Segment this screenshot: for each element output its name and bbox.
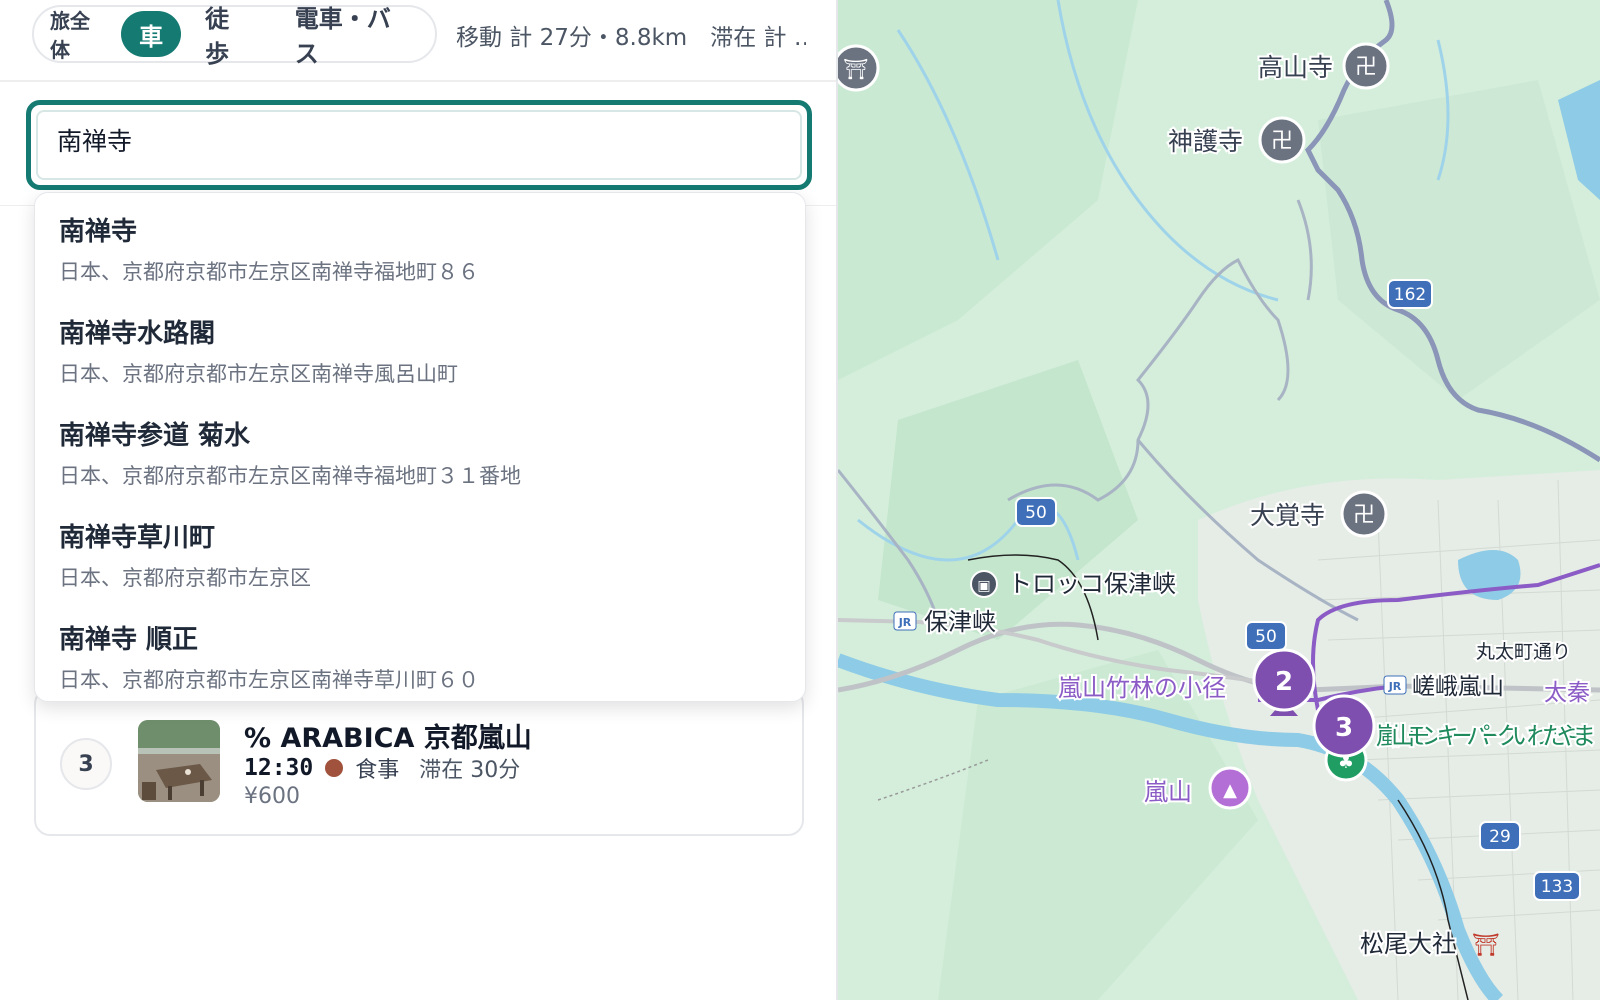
jr-station-icon[interactable]: JR — [893, 611, 917, 631]
train-station-icon[interactable]: ▣ — [970, 570, 998, 598]
itinerary-pin[interactable]: 3 — [1312, 694, 1376, 758]
suggestion-title: 南禅寺 順正 — [59, 625, 199, 655]
stop-details-row: 12:30 食事 滞在 30分 — [244, 752, 520, 784]
map-label-saga-arashiyama: 嵯峨嵐山 — [1412, 674, 1504, 700]
svg-text:卍: 卍 — [1353, 503, 1375, 528]
svg-text:JR: JR — [898, 616, 912, 629]
suggestion-item[interactable]: 南禅寺草川町 日本、京都府京都市左京区 — [59, 517, 779, 592]
svg-text:▲: ▲ — [1223, 780, 1237, 801]
map-label-monkey-park: 嵐山モンキーパークいわたやま — [1376, 722, 1596, 750]
place-search-box[interactable] — [26, 100, 812, 190]
suggestion-title: 南禅寺水路閣 — [59, 319, 216, 349]
map-label-daikakuji: 大覚寺 — [1250, 501, 1325, 530]
road-shield: 29 — [1479, 821, 1521, 851]
svg-text:卍: 卍 — [1271, 129, 1293, 154]
mode-scope-label: 旅全体 — [50, 9, 90, 62]
map-label-matsuo: 松尾大社 — [1360, 930, 1456, 958]
suggestion-item[interactable]: 南禅寺水路閣 日本、京都府京都市左京区南禅寺風呂山町 — [59, 313, 779, 388]
temple-icon[interactable]: 卍 — [1258, 116, 1306, 164]
stop-price: ¥600 — [244, 784, 300, 809]
itinerary-pin-number: 2 — [1275, 667, 1293, 697]
stop-number-badge: 3 — [60, 738, 112, 790]
itinerary-pin-number: 3 — [1335, 713, 1353, 743]
suggestion-title: 南禅寺草川町 — [59, 523, 216, 553]
road-shield-label: 162 — [1394, 285, 1426, 305]
map-label-arashiyama: 嵐山 — [1144, 778, 1192, 806]
mountain-poi-icon[interactable]: ▲ — [1208, 766, 1252, 810]
map-label-jingoji: 神護寺 — [1168, 127, 1243, 156]
road-shield: 162 — [1387, 279, 1433, 309]
itinerary-stop-card[interactable]: 3 % ARABICA 京都嵐山 12:30 食事 滞在 30分 ¥600 — [34, 688, 804, 836]
suggestion-address: 日本、京都府京都市左京区南禅寺草川町６０ — [59, 668, 479, 692]
stop-time: 12:30 — [244, 755, 314, 781]
suggestion-address: 日本、京都府京都市左京区 — [59, 566, 311, 590]
map-canvas: 162 50 50 29 133 ⛩ 卍 高山寺 卍 神護寺 卍 大覚寺 ▣ ト… — [838, 0, 1600, 1000]
map-label-marutamachi: 丸太町通り — [1476, 641, 1571, 663]
svg-text:⛩: ⛩ — [843, 57, 868, 81]
map-label-kozanji: 高山寺 — [1258, 53, 1333, 82]
jr-station-icon[interactable]: JR — [1383, 675, 1407, 695]
road-shield: 50 — [1015, 497, 1057, 527]
suggestion-address: 日本、京都府京都市左京区南禅寺風呂山町 — [59, 362, 458, 386]
road-shield-label: 50 — [1255, 627, 1277, 647]
suggestion-item[interactable]: 南禅寺 順正 日本、京都府京都市左京区南禅寺草川町６０ — [59, 619, 779, 694]
shrine-icon[interactable]: ⛩ — [838, 44, 880, 92]
category-color-dot — [325, 759, 344, 777]
map-view[interactable]: 162 50 50 29 133 ⛩ 卍 高山寺 卍 神護寺 卍 大覚寺 ▣ ト… — [838, 0, 1600, 1000]
map-label-hozukyo: 保津峡 — [924, 608, 996, 636]
suggestion-item[interactable]: 南禅寺 日本、京都府京都市左京区南禅寺福地町８６ — [59, 211, 779, 286]
map-label-uzumasa: 太秦 — [1544, 680, 1590, 706]
place-search-input[interactable] — [57, 125, 757, 154]
road-shield-label: 29 — [1489, 827, 1511, 847]
map-label-torokko: トロッコ保津峡 — [1008, 570, 1176, 598]
suggestion-title: 南禅寺参道 菊水 — [59, 421, 251, 451]
road-shield: 133 — [1533, 871, 1581, 901]
mode-transit-button[interactable]: 電車・バス — [275, 5, 429, 68]
temple-icon[interactable]: 卍 — [1340, 490, 1388, 538]
transport-mode-selector: 旅全体 車 徒歩 電車・バス — [32, 5, 437, 68]
map-label-bamboo: 嵐山竹林の小径 — [1058, 674, 1226, 702]
suggestion-item[interactable]: 南禅寺参道 菊水 日本、京都府京都市左京区南禅寺福地町３１番地 — [59, 415, 779, 490]
road-shield-label: 133 — [1541, 877, 1573, 897]
search-suggestions-dropdown: 南禅寺 日本、京都府京都市左京区南禅寺福地町８６ 南禅寺水路閣 日本、京都府京都… — [34, 192, 806, 702]
suggestion-address: 日本、京都府京都市左京区南禅寺福地町３１番地 — [59, 464, 521, 488]
stop-category: 食事 — [355, 758, 400, 783]
temple-icon[interactable]: 卍 — [1342, 42, 1390, 90]
stop-photo — [138, 720, 220, 802]
suggestion-address: 日本、京都府京都市左京区南禅寺福地町８６ — [59, 260, 479, 284]
trip-summary: 移動 計 27分・8.8km 滞在 計 … — [456, 25, 806, 51]
stop-name: % ARABICA 京都嵐山 — [244, 723, 532, 754]
itinerary-panel: 旅全体 車 徒歩 電車・バス 移動 計 27分・8.8km 滞在 計 … 南禅寺… — [0, 0, 838, 1000]
svg-text:▣: ▣ — [977, 578, 990, 594]
road-shield-label: 50 — [1025, 503, 1047, 523]
stop-stay-duration: 滞在 30分 — [419, 758, 521, 783]
mode-walk-button[interactable]: 徒歩 — [185, 5, 271, 68]
divider — [0, 80, 836, 82]
suggestion-title: 南禅寺 — [59, 217, 138, 247]
svg-text:卍: 卍 — [1355, 55, 1377, 80]
road-shield: 50 — [1245, 621, 1287, 651]
svg-text:JR: JR — [1388, 680, 1402, 693]
shrine-icon: ⛩ — [1472, 933, 1500, 958]
mode-car-button[interactable]: 車 — [121, 11, 182, 57]
